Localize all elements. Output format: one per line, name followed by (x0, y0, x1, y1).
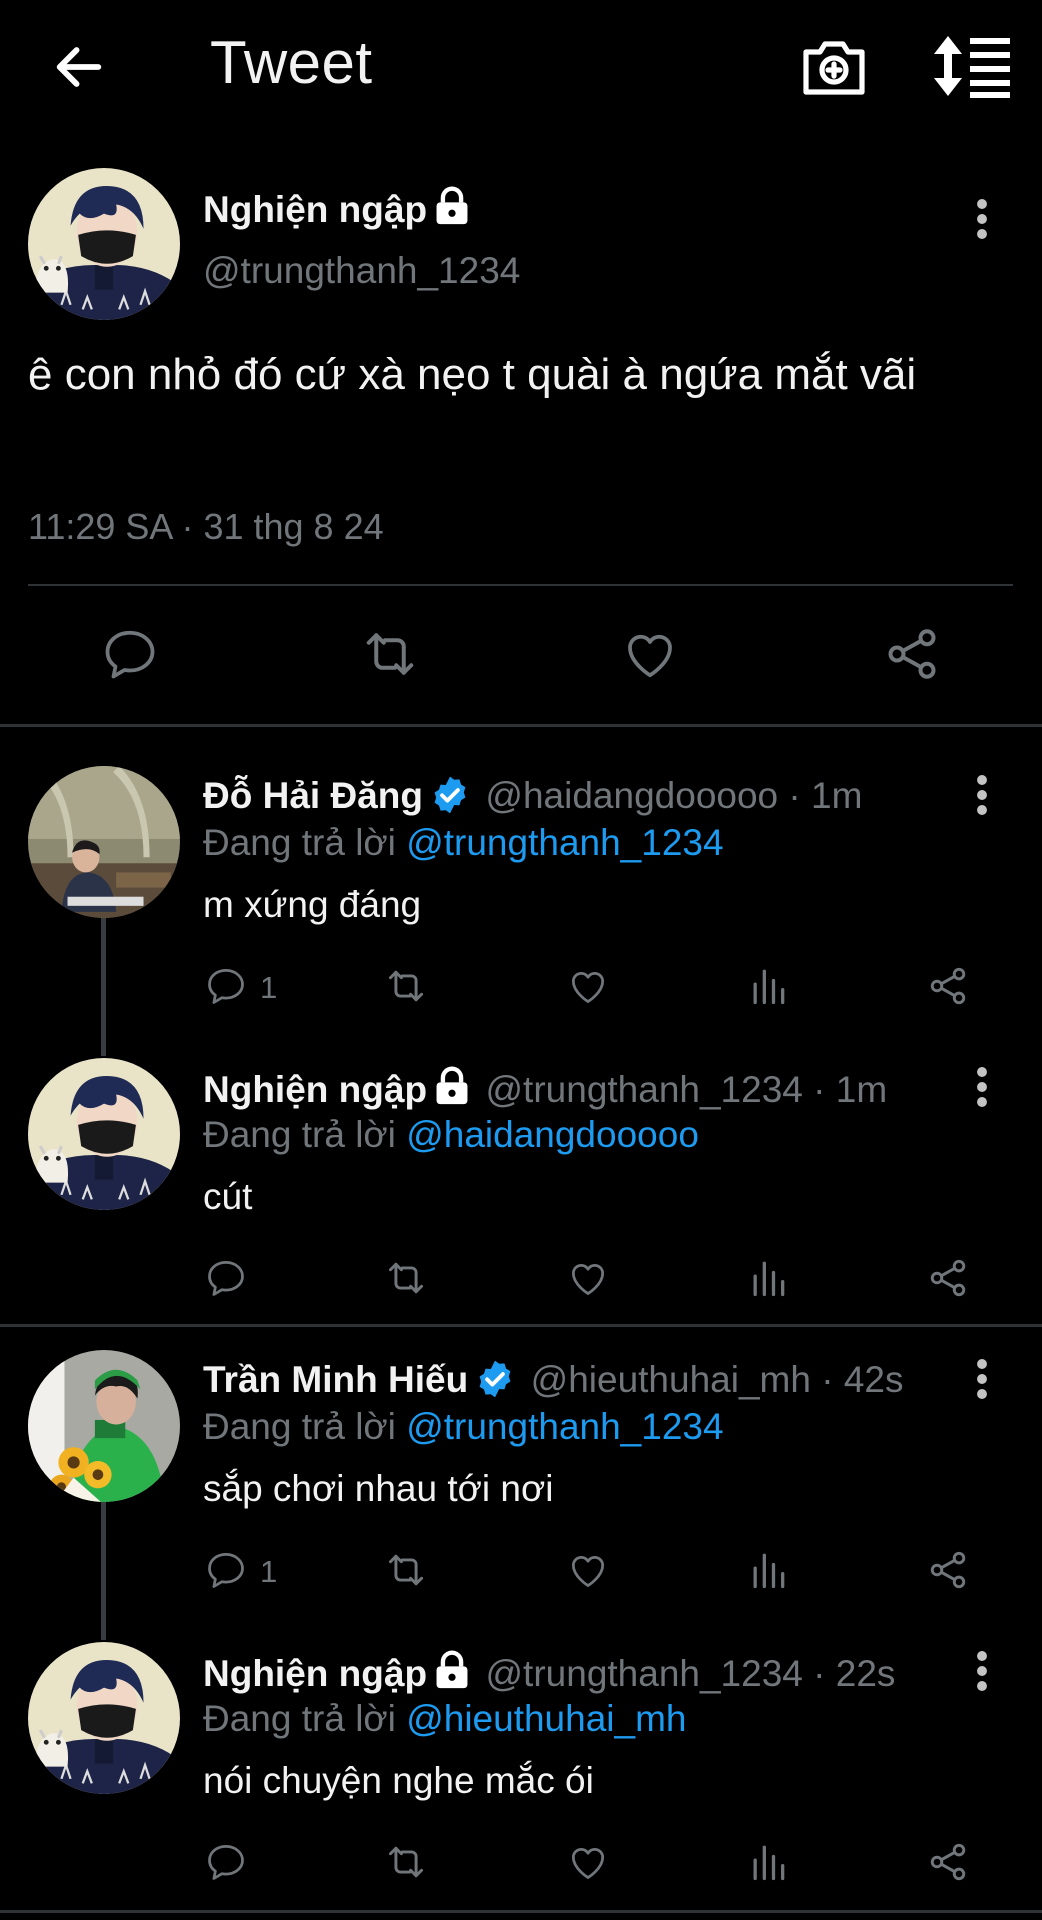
avatar[interactable] (28, 1058, 180, 1210)
replying-label: Đang trả lời (203, 1114, 407, 1155)
thread-line (101, 1502, 106, 1640)
reply-icon[interactable] (204, 964, 248, 1008)
more-icon[interactable] (970, 1358, 994, 1400)
reply-icon[interactable] (204, 1548, 248, 1592)
author-handle: @trungthanh_1234 · 22s (485, 1653, 896, 1694)
like-icon[interactable] (620, 624, 680, 684)
avatar[interactable] (28, 1642, 180, 1794)
like-icon[interactable] (566, 1840, 610, 1884)
retweet-icon[interactable] (384, 1840, 428, 1884)
display-name: Đỗ Hải Đăng (203, 775, 423, 816)
display-name: Nghiện ngập (203, 189, 428, 230)
lock-icon (433, 1066, 471, 1106)
share-icon[interactable] (882, 624, 942, 684)
share-icon[interactable] (926, 1548, 970, 1592)
replying-to: Đang trả lời @hieuthuhai_mh (203, 1698, 687, 1740)
like-icon[interactable] (566, 964, 610, 1008)
timestamp[interactable]: 11:29 SA · 31 thg 8 24 (28, 506, 384, 548)
back-arrow-icon[interactable] (50, 38, 108, 96)
display-name: Nghiện ngập (203, 1069, 428, 1110)
replying-to: Đang trả lời @haidangdooooo (203, 1114, 699, 1156)
reply-header[interactable]: Nghiện ngập @trungthanh_1234 · 1m (203, 1066, 887, 1111)
section-divider (0, 1324, 1042, 1327)
more-icon[interactable] (970, 198, 994, 240)
replying-to: Đang trả lời @trungthanh_1234 (203, 822, 724, 864)
reply-icon[interactable] (204, 1256, 248, 1300)
tweet-text: ê con nhỏ đó cứ xà nẹo t quài à ngứa mắt… (28, 350, 917, 399)
divider (28, 584, 1013, 586)
retweet-icon[interactable] (384, 964, 428, 1008)
avatar[interactable] (28, 168, 180, 320)
section-divider (0, 1910, 1042, 1913)
author-handle: @haidangdooooo · 1m (485, 775, 863, 816)
avatar[interactable] (28, 766, 180, 918)
mention-link[interactable]: @trungthanh_1234 (406, 1406, 723, 1447)
sort-icon[interactable] (934, 34, 1010, 98)
reply-header[interactable]: Đỗ Hải Đăng @haidangdooooo · 1m (203, 774, 862, 817)
reply-count: 1 (260, 970, 278, 1005)
views-icon[interactable] (746, 1840, 790, 1884)
display-name: Trần Minh Hiếu (203, 1359, 469, 1400)
lock-icon (433, 1650, 471, 1690)
reply-count: 1 (260, 1554, 278, 1589)
share-icon[interactable] (926, 1840, 970, 1884)
display-name: Nghiện ngập (203, 1653, 428, 1694)
section-divider (0, 724, 1042, 727)
replying-label: Đang trả lời (203, 1406, 407, 1447)
share-icon[interactable] (926, 1256, 970, 1300)
author-handle: @hieuthuhai_mh · 42s (530, 1359, 904, 1400)
like-icon[interactable] (566, 1548, 610, 1592)
retweet-icon[interactable] (360, 624, 420, 684)
views-icon[interactable] (746, 1548, 790, 1592)
more-icon[interactable] (970, 1066, 994, 1108)
reply-text: nói chuyện nghe mắc ói (203, 1760, 594, 1801)
more-icon[interactable] (970, 774, 994, 816)
avatar[interactable] (28, 1350, 180, 1502)
reply-header[interactable]: Nghiện ngập @trungthanh_1234 · 22s (203, 1650, 895, 1695)
mention-link[interactable]: @trungthanh_1234 (406, 822, 723, 863)
mention-link[interactable]: @haidangdooooo (406, 1114, 699, 1155)
views-icon[interactable] (746, 1256, 790, 1300)
like-icon[interactable] (566, 1256, 610, 1300)
verified-badge-icon (474, 1358, 516, 1400)
camera-icon[interactable] (800, 32, 868, 100)
views-icon[interactable] (746, 964, 790, 1008)
share-icon[interactable] (926, 964, 970, 1008)
mention-link[interactable]: @hieuthuhai_mh (406, 1698, 686, 1739)
reply-icon[interactable] (204, 1840, 248, 1884)
verified-badge-icon (429, 774, 471, 816)
replying-label: Đang trả lời (203, 822, 407, 863)
thread-line (101, 918, 106, 1056)
reply-header[interactable]: Trần Minh Hiếu @hieuthuhai_mh · 42s (203, 1358, 903, 1401)
lock-icon (433, 186, 471, 226)
author-name[interactable]: Nghiện ngập (203, 186, 471, 231)
more-icon[interactable] (970, 1650, 994, 1692)
author-handle[interactable]: @trungthanh_1234 (203, 250, 520, 292)
replying-label: Đang trả lời (203, 1698, 407, 1739)
reply-icon[interactable] (100, 624, 160, 684)
replying-to: Đang trả lời @trungthanh_1234 (203, 1406, 724, 1448)
reply-text: m xứng đáng (203, 884, 422, 925)
retweet-icon[interactable] (384, 1256, 428, 1300)
retweet-icon[interactable] (384, 1548, 428, 1592)
author-handle: @trungthanh_1234 · 1m (485, 1069, 888, 1110)
page-title: Tweet (210, 29, 373, 96)
reply-text: sắp chơi nhau tới nơi (203, 1468, 554, 1509)
reply-text: cút (203, 1176, 253, 1217)
